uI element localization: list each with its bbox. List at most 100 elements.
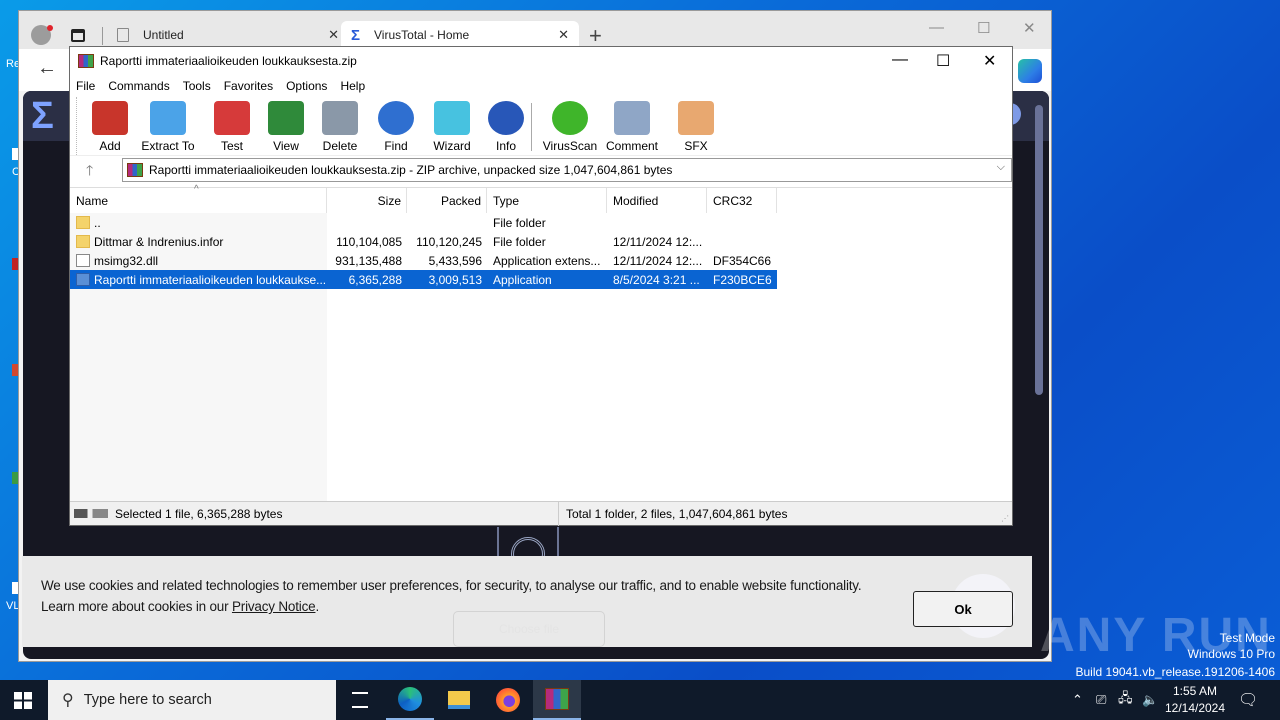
copilot-icon[interactable] (1018, 59, 1042, 83)
dll-file-icon (76, 254, 90, 267)
toolbar-info-button[interactable]: Info (477, 101, 535, 153)
taskbar-file-explorer[interactable] (435, 680, 483, 720)
start-button[interactable] (14, 692, 32, 709)
toolbar-button-label: Info (495, 139, 516, 153)
info-icon (488, 101, 524, 135)
view-book-icon (268, 101, 304, 135)
menu-options[interactable]: Options (286, 79, 327, 93)
back-button[interactable]: ← (37, 57, 57, 80)
cell-packed: 3,009,513 (407, 270, 487, 289)
status-bar: Selected 1 file, 6,365,288 bytes Total 1… (70, 501, 1012, 526)
cell-text: 3,009,513 (428, 272, 482, 287)
tab-title: VirusTotal - Home (374, 28, 470, 42)
resize-grip[interactable]: ⋰ (1001, 514, 1009, 523)
search-placeholder: Type here to search (83, 692, 212, 708)
cell-packed: 110,120,245 (407, 232, 487, 251)
toolbar: Add Extract To Test View Delete Find Wizard Inf… (76, 97, 1012, 155)
firefox-icon (496, 688, 520, 712)
winrar-logo-icon (78, 54, 94, 68)
menu-file[interactable]: File (76, 79, 95, 93)
meet-now-icon[interactable]: ⎚ (1096, 680, 1106, 720)
tab-strip: Untitled ✕ Σ VirusTotal - Home ✕ + — ☐ ✕ (19, 11, 1051, 49)
chevron-down-icon[interactable]: ⌵ (997, 161, 1005, 174)
close-tab-icon[interactable]: ✕ (558, 27, 569, 43)
menu-bar: File Commands Tools Favorites Options He… (70, 75, 1012, 97)
column-crc32[interactable]: CRC32 (707, 188, 777, 213)
cell-type: Application extens... (487, 251, 607, 270)
page-scrollbar[interactable] (1035, 105, 1043, 395)
virustotal-logo-icon[interactable]: Σ (31, 97, 54, 135)
column-type[interactable]: Type (487, 188, 607, 213)
taskbar: ⚲ Type here to search ⌃ ⎚ 🖧 🔈 1:55 AM 12… (0, 680, 1280, 720)
network-icon[interactable]: 🖧 (1118, 680, 1133, 720)
up-folder-button[interactable]: 🡑 (86, 160, 93, 184)
toolbar-button-label: Extract To (141, 139, 195, 153)
cell-text: 110,104,085 (336, 234, 402, 249)
toolbar-button-label: Find (384, 139, 408, 153)
cell-modified: 8/5/2024 3:21 ... (607, 270, 707, 289)
menu-commands[interactable]: Commands (108, 79, 169, 93)
toolbar-view-button[interactable]: View (257, 101, 315, 153)
tab-untitled[interactable]: Untitled ✕ (107, 21, 359, 49)
extract-folder-icon (150, 101, 186, 135)
cell-name: .. (70, 213, 327, 232)
status-total: Total 1 folder, 2 files, 1,047,604,861 b… (566, 507, 788, 521)
notifications-icon[interactable]: 🗨 (1238, 680, 1258, 720)
folder-icon (76, 216, 90, 229)
file-list: ^ Name Size Packed Type Modified CRC32 .… (70, 184, 1012, 501)
cookie-ok-button[interactable]: Ok (913, 591, 1013, 627)
minimize-button[interactable]: — (929, 19, 944, 36)
winrar-icon (545, 688, 569, 710)
cell-crc (707, 232, 777, 251)
taskbar-firefox[interactable] (484, 680, 532, 720)
close-tab-icon[interactable]: ✕ (328, 27, 339, 43)
winrar-window: Raportti immateriaalioikeuden loukkaukse… (69, 46, 1013, 526)
test-mode-label: Test Mode (1219, 631, 1275, 645)
clock[interactable]: 1:55 AM 12/14/2024 (1162, 683, 1228, 717)
minimize-button[interactable]: — (892, 51, 908, 69)
maximize-button[interactable]: ☐ (936, 51, 950, 71)
toolbar-comment-button[interactable]: Comment (603, 101, 661, 153)
archive-path-field[interactable]: Raportti immateriaalioikeuden loukkaukse… (122, 158, 1012, 182)
close-button[interactable]: ✕ (983, 51, 996, 71)
menu-help[interactable]: Help (340, 79, 365, 93)
tab-virustotal[interactable]: Σ VirusTotal - Home ✕ (341, 21, 579, 49)
column-name[interactable]: Name (70, 188, 327, 213)
menu-favorites[interactable]: Favorites (224, 79, 273, 93)
test-clipboard-icon (214, 101, 250, 135)
volume-icon[interactable]: 🔈 (1142, 680, 1158, 720)
toolbar-wizard-button[interactable]: Wizard (423, 101, 481, 153)
tab-actions-icon[interactable] (71, 29, 85, 42)
toolbar-delete-button[interactable]: Delete (311, 101, 369, 153)
toolbar-find-button[interactable]: Find (367, 101, 425, 153)
menu-tools[interactable]: Tools (183, 79, 211, 93)
taskbar-edge[interactable] (386, 680, 434, 720)
toolbar-extract-to-button[interactable]: Extract To (139, 101, 197, 153)
cell-text: 110,120,245 (416, 234, 482, 249)
choose-file-button[interactable]: Choose file (453, 611, 605, 647)
close-button[interactable]: ✕ (1023, 19, 1036, 37)
maximize-button[interactable]: ☐ (977, 19, 990, 37)
cell-size: 6,365,288 (327, 270, 407, 289)
toolbar-test-button[interactable]: Test (203, 101, 261, 153)
column-size[interactable]: Size (327, 188, 407, 213)
toolbar-sfx-button[interactable]: SFX (667, 101, 725, 153)
clock-time: 1:55 AM (1172, 684, 1218, 698)
toolbar-add-button[interactable]: Add (81, 101, 139, 153)
taskbar-search[interactable]: ⚲ Type here to search (48, 680, 336, 720)
file-row[interactable]: msimg32.dll 931,135,488 5,433,596 Applicati… (70, 251, 1012, 270)
file-row[interactable]: .. File folder (70, 213, 1012, 232)
show-hidden-icons[interactable]: ⌃ (1072, 680, 1083, 720)
toolbar-button-label: Add (99, 139, 121, 153)
taskbar-winrar[interactable] (533, 680, 581, 720)
column-modified[interactable]: Modified (607, 188, 707, 213)
task-view-button[interactable] (336, 680, 384, 720)
file-row[interactable]: Dittmar & Indrenius.infor 110,104,085 110,… (70, 232, 1012, 251)
tab-divider (102, 27, 103, 45)
column-packed[interactable]: Packed (407, 188, 487, 213)
toolbar-button-label: SFX (684, 139, 708, 153)
privacy-notice-link[interactable]: Privacy Notice (232, 599, 316, 614)
cell-crc: DF354C66 (707, 251, 777, 270)
toolbar-virusscan-button[interactable]: VirusScan (541, 101, 599, 153)
file-row[interactable]: Raportti immateriaalioikeuden loukkaukse… (70, 270, 1012, 289)
